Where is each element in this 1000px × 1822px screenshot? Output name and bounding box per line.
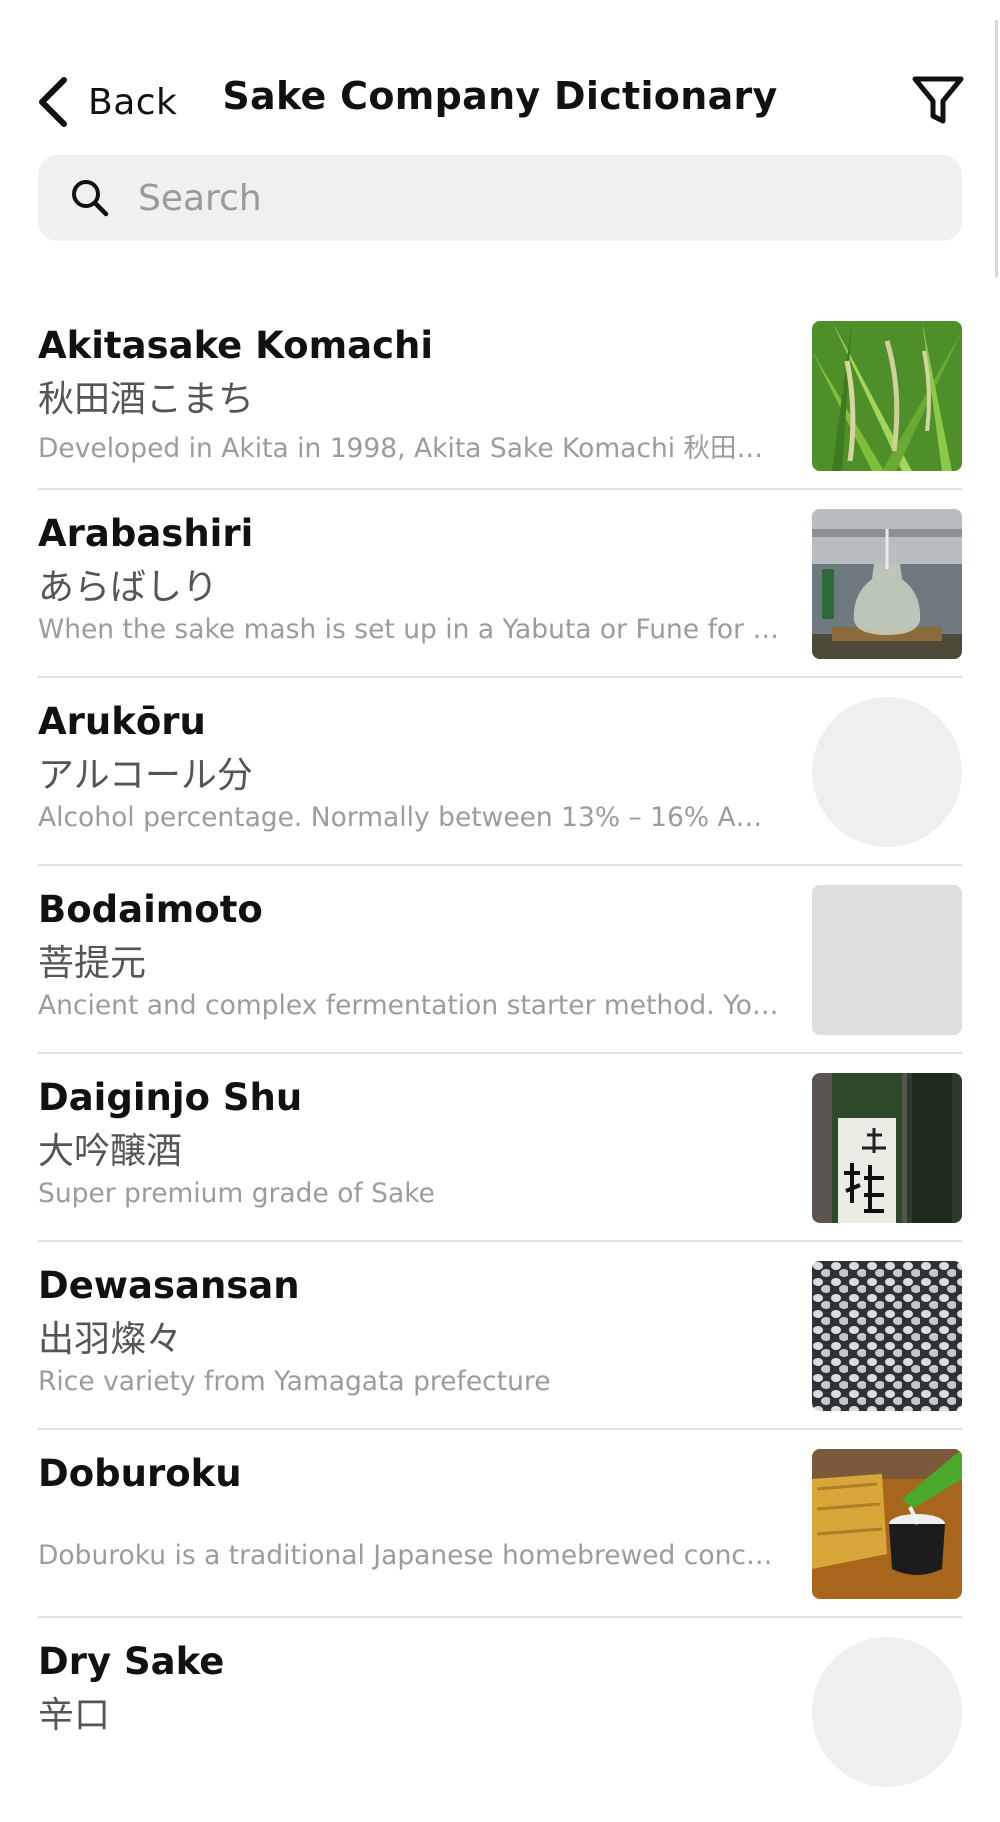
item-japanese-name: 菩提元 <box>38 943 147 984</box>
scrollbar[interactable] <box>995 20 998 278</box>
polished-rice-thumbnail <box>812 1261 962 1411</box>
item-description: Developed in Akita in 1998, Akita Sake K… <box>38 433 780 464</box>
search-input[interactable] <box>136 176 920 220</box>
search-icon <box>72 180 109 217</box>
item-japanese-name: 辛口 <box>38 1695 111 1736</box>
item-description: Alcohol percentage. Normally between 13%… <box>38 802 780 833</box>
placeholder-thumbnail <box>812 697 962 847</box>
item-description: Ancient and complex fermentation starter… <box>38 990 780 1021</box>
sake-pressing-thumbnail <box>812 509 962 659</box>
filter-icon[interactable] <box>910 72 966 128</box>
item-name: Arukōru <box>38 700 206 743</box>
list-item[interactable]: Bodaimoto 菩提元 Ancient and complex fermen… <box>0 882 1000 1070</box>
list-item[interactable]: Dry Sake 辛口 <box>0 1634 1000 1822</box>
item-japanese-name: 秋田酒こまち <box>38 379 255 420</box>
rice-plant-thumbnail <box>812 321 962 471</box>
item-description: Rice variety from Yamagata prefecture <box>38 1366 551 1397</box>
item-description: When the sake mash is set up in a Yabuta… <box>38 614 780 645</box>
item-divider <box>38 1616 962 1618</box>
item-japanese-name: あらばしり <box>38 567 219 608</box>
placeholder-thumbnail <box>812 885 962 1035</box>
item-name: Doburoku <box>38 1452 242 1495</box>
item-divider <box>38 864 962 866</box>
list-item[interactable]: Arukōru アルコール分 Alcohol percentage. Norma… <box>0 694 1000 882</box>
item-name: Daiginjo Shu <box>38 1076 303 1119</box>
item-divider <box>38 1240 962 1242</box>
item-divider <box>38 676 962 678</box>
dictionary-list: Akitasake Komachi 秋田酒こまち Developed in Ak… <box>0 318 1000 1822</box>
placeholder-thumbnail <box>812 1637 962 1787</box>
item-japanese-name: アルコール分 <box>38 755 253 796</box>
item-divider <box>38 1428 962 1430</box>
page-title: Sake Company Dictionary <box>222 74 778 118</box>
header-bar: Back Sake Company Dictionary <box>0 0 1000 150</box>
item-description: Super premium grade of Sake <box>38 1178 435 1209</box>
list-item[interactable]: Doburoku Doburoku is a traditional Japan… <box>0 1446 1000 1634</box>
sake-bottle-thumbnail <box>812 1073 962 1223</box>
list-item[interactable]: Dewasansan 出羽燦々 Rice variety from Yamaga… <box>0 1258 1000 1446</box>
item-japanese-name: 出羽燦々 <box>38 1319 183 1360</box>
item-name: Bodaimoto <box>38 888 263 931</box>
search-bar[interactable] <box>38 155 962 241</box>
item-description: Doburoku is a traditional Japanese homeb… <box>38 1540 780 1571</box>
doburoku-pour-thumbnail <box>812 1449 962 1599</box>
item-name: Akitasake Komachi <box>38 324 434 367</box>
list-item[interactable]: Akitasake Komachi 秋田酒こまち Developed in Ak… <box>0 318 1000 506</box>
item-japanese-name: 大吟醸酒 <box>38 1131 183 1172</box>
list-item[interactable]: Daiginjo Shu 大吟醸酒 Super premium grade of… <box>0 1070 1000 1258</box>
item-divider <box>38 1052 962 1054</box>
item-divider <box>38 488 962 490</box>
list-item[interactable]: Arabashiri あらばしり When the sake mash is s… <box>0 506 1000 694</box>
item-name: Arabashiri <box>38 512 254 555</box>
item-name: Dewasansan <box>38 1264 300 1307</box>
item-name: Dry Sake <box>38 1640 225 1683</box>
